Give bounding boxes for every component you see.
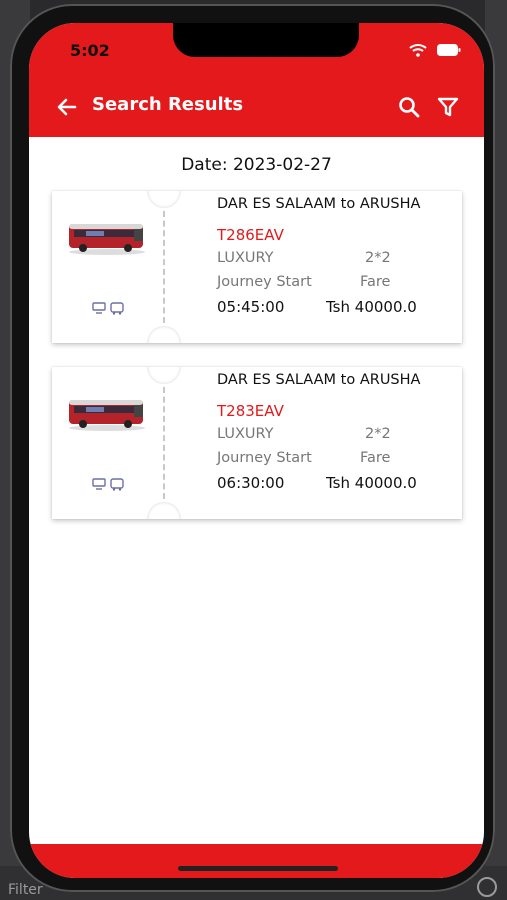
bus-class: LUXURY — [217, 250, 274, 266]
fare-value: Tsh 40000.0 — [326, 298, 417, 316]
seat-layout: 2*2 — [365, 250, 391, 266]
app-bar: Search Results — [29, 79, 484, 137]
ticket-notch — [147, 326, 181, 343]
bus-image — [69, 400, 145, 431]
seat-layout: 2*2 — [365, 426, 391, 442]
departure-time: 06:30:00 — [217, 474, 285, 492]
bus-image — [69, 224, 145, 255]
departure-time: 05:45:00 — [217, 298, 285, 316]
bus-result-card[interactable]: DAR ES SALAAM to ARUSHA T286EAV LUXURY 2… — [52, 191, 462, 343]
bus-result-card[interactable]: DAR ES SALAAM to ARUSHA T283EAV LUXURY 2… — [52, 367, 462, 519]
screen: 5:02 Search Results Date: 2023-02-27 DAR… — [29, 23, 484, 878]
ticket-notch — [147, 191, 181, 208]
wifi-icon — [409, 44, 427, 57]
ticket-notch — [147, 502, 181, 519]
filter-icon[interactable] — [436, 95, 460, 119]
journey-start-label: Journey Start — [217, 274, 312, 290]
notch — [173, 23, 359, 57]
page-title: Search Results — [92, 94, 244, 115]
bus-class: LUXURY — [217, 426, 274, 442]
battery-icon — [437, 44, 461, 56]
date-label: Date: 2023-02-27 — [181, 155, 332, 175]
search-icon[interactable] — [397, 95, 421, 119]
bottom-bar — [29, 844, 484, 878]
route-text: DAR ES SALAAM to ARUSHA — [217, 372, 421, 388]
background-filter-label: Filter — [8, 882, 43, 898]
fare-value: Tsh 40000.0 — [326, 474, 417, 492]
route-text: DAR ES SALAAM to ARUSHA — [217, 196, 421, 212]
amenity-icons — [92, 478, 124, 491]
ticket-divider — [163, 387, 165, 499]
status-time: 5:02 — [70, 41, 110, 60]
fare-label: Fare — [360, 450, 391, 466]
ticket-notch — [147, 367, 181, 384]
background-filter-icon — [477, 877, 497, 897]
status-bar: 5:02 — [29, 23, 484, 79]
bus-registration: T286EAV — [217, 226, 284, 244]
back-arrow-icon[interactable] — [55, 95, 79, 119]
ticket-divider — [163, 211, 165, 323]
journey-start-label: Journey Start — [217, 450, 312, 466]
phone-frame: 5:02 Search Results Date: 2023-02-27 DAR… — [10, 4, 495, 892]
home-indicator[interactable] — [178, 866, 338, 871]
bus-registration: T283EAV — [217, 402, 284, 420]
amenity-icons — [92, 302, 124, 315]
fare-label: Fare — [360, 274, 391, 290]
